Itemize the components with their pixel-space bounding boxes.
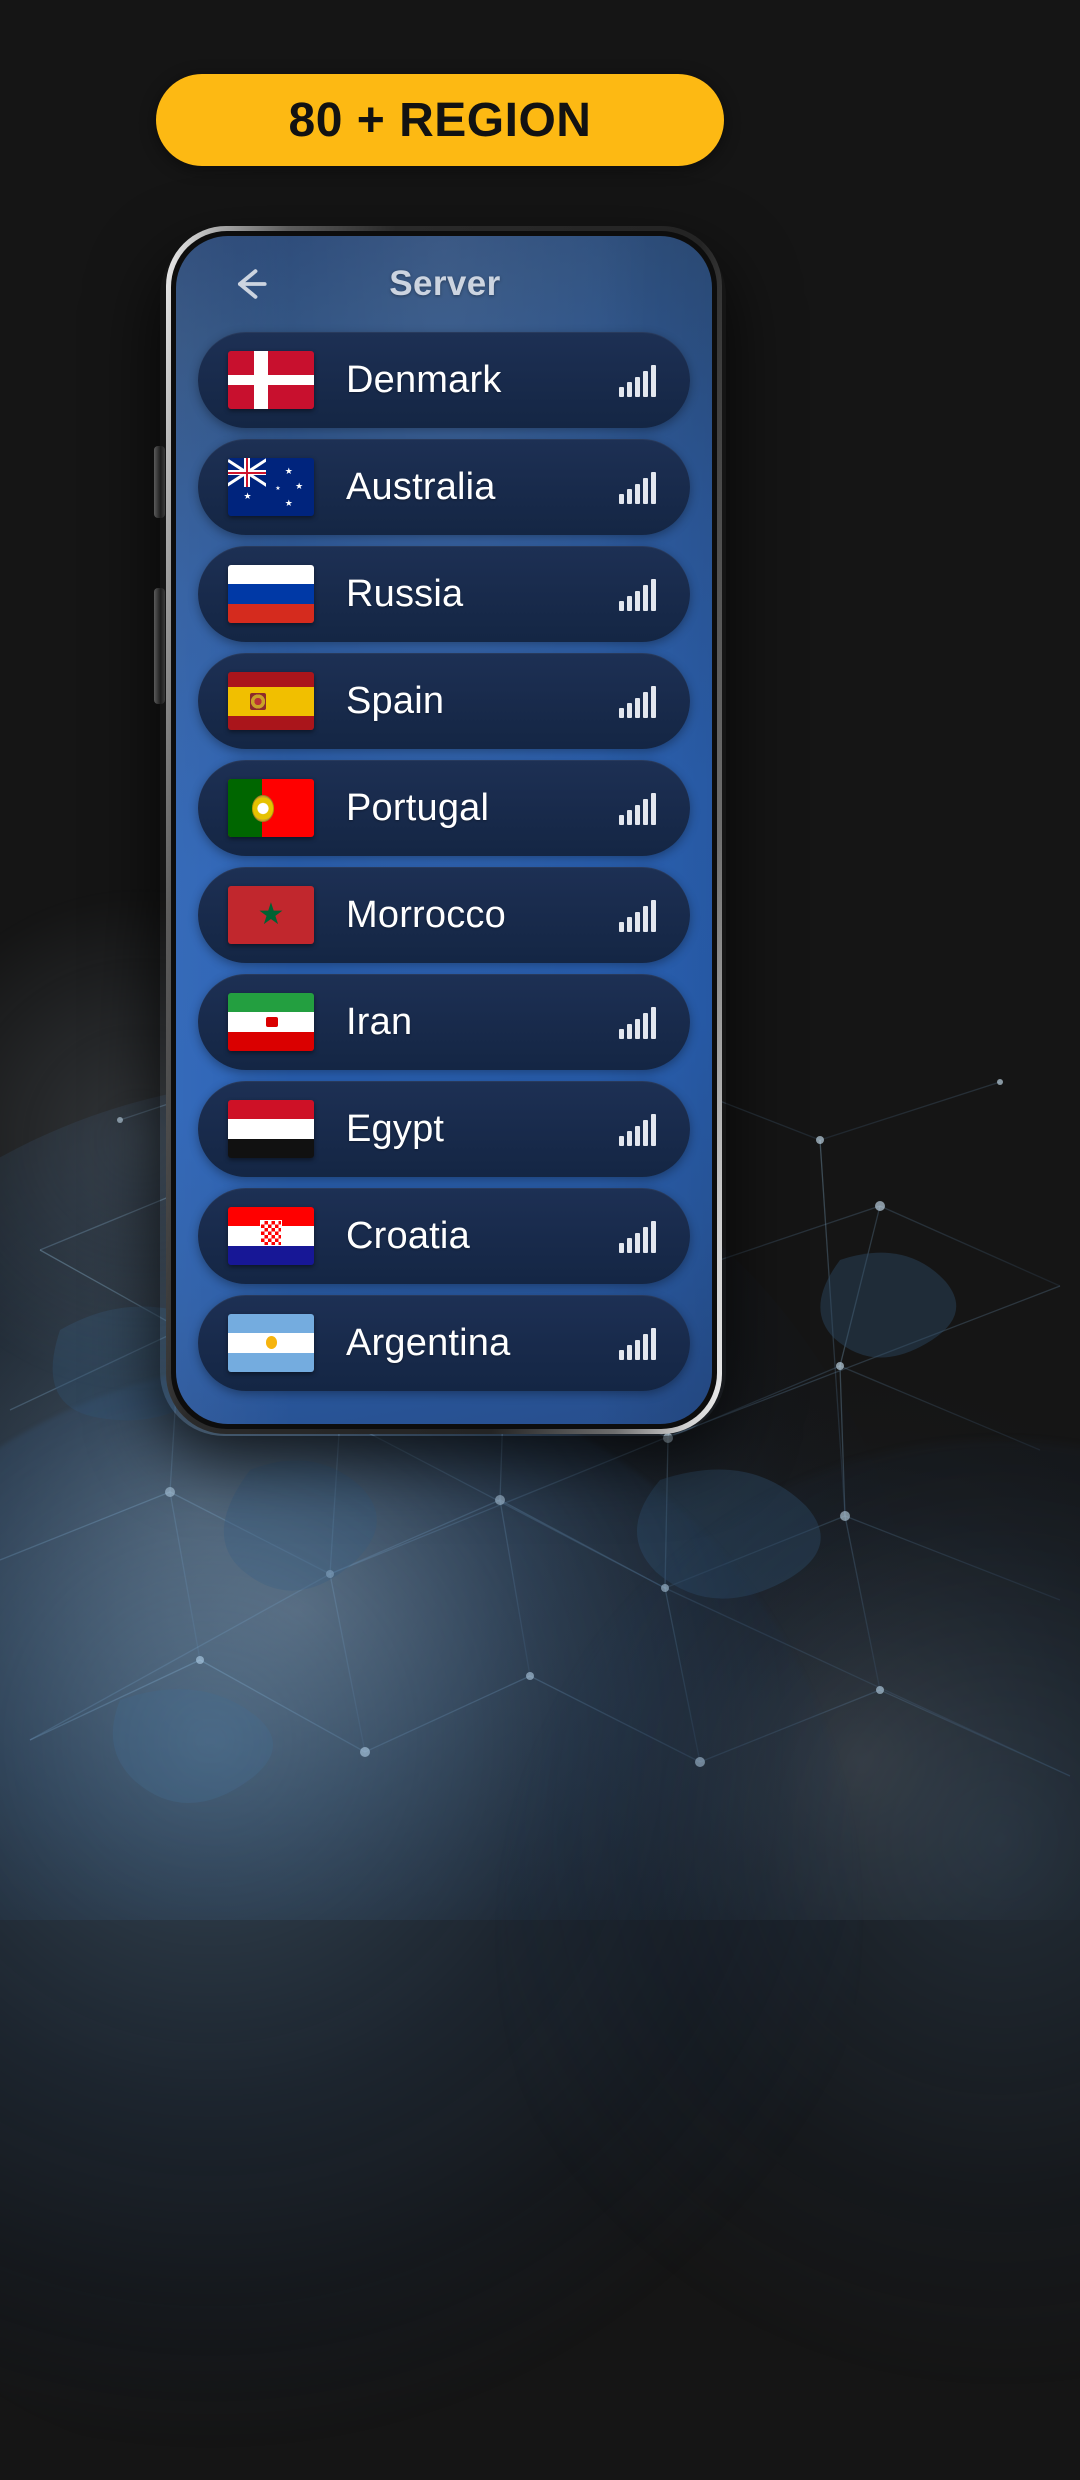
back-button[interactable] xyxy=(220,254,280,314)
signal-bars-icon xyxy=(619,1219,656,1253)
phone-mockup: Server Denmark ★ ★ ★ ★ ★ Australia Russia Spain P… xyxy=(152,216,734,1436)
country-name: Croatia xyxy=(346,1214,470,1257)
phone-power-button xyxy=(154,588,165,704)
server-row[interactable]: ★ ★ ★ ★ ★ Australia xyxy=(198,439,690,535)
phone-bezel: Server Denmark ★ ★ ★ ★ ★ Australia Russia Spain P… xyxy=(171,231,717,1429)
phone-volume-button xyxy=(154,446,165,518)
country-name: Iran xyxy=(346,1000,413,1043)
australia-flag-icon: ★ ★ ★ ★ ★ xyxy=(228,458,314,516)
server-row[interactable]: Croatia xyxy=(198,1188,690,1284)
server-row[interactable]: Iran xyxy=(198,974,690,1070)
arrow-left-icon xyxy=(237,269,267,299)
phone-frame: Server Denmark ★ ★ ★ ★ ★ Australia Russia Spain P… xyxy=(166,226,722,1434)
signal-bars-icon xyxy=(619,791,656,825)
signal-bars-icon xyxy=(619,1326,656,1360)
portugal-flag-icon xyxy=(228,779,314,837)
signal-bars-icon xyxy=(619,1005,656,1039)
argentina-flag-icon xyxy=(228,1314,314,1372)
country-name: Russia xyxy=(346,572,464,615)
spain-flag-icon xyxy=(228,672,314,730)
server-row[interactable]: Portugal xyxy=(198,760,690,856)
signal-bars-icon xyxy=(619,577,656,611)
russia-flag-icon xyxy=(228,565,314,623)
country-name: Egypt xyxy=(346,1107,445,1150)
page-title: Server xyxy=(389,264,501,303)
app-header: Server xyxy=(176,236,712,332)
croatia-flag-icon xyxy=(228,1207,314,1265)
signal-bars-icon xyxy=(619,684,656,718)
headline-text: 80 + REGION xyxy=(288,93,592,147)
headline-banner: 80 + REGION xyxy=(156,74,724,166)
server-row[interactable]: Argentina xyxy=(198,1295,690,1391)
signal-bars-icon xyxy=(619,1112,656,1146)
server-row[interactable]: Denmark xyxy=(198,332,690,428)
country-name: Argentina xyxy=(346,1321,511,1364)
country-name: Spain xyxy=(346,679,445,722)
server-row[interactable]: Egypt xyxy=(198,1081,690,1177)
signal-bars-icon xyxy=(619,470,656,504)
server-row[interactable]: Russia xyxy=(198,546,690,642)
signal-bars-icon xyxy=(619,363,656,397)
iran-flag-icon xyxy=(228,993,314,1051)
country-name: Portugal xyxy=(346,786,490,829)
signal-bars-icon xyxy=(619,898,656,932)
server-list[interactable]: Denmark ★ ★ ★ ★ ★ Australia Russia Spain Portugal… xyxy=(176,332,712,1391)
egypt-flag-icon xyxy=(228,1100,314,1158)
country-name: Australia xyxy=(346,465,496,508)
denmark-flag-icon xyxy=(228,351,314,409)
phone-screen: Server Denmark ★ ★ ★ ★ ★ Australia Russia Spain P… xyxy=(176,236,712,1424)
morocco-flag-icon: ★ xyxy=(228,886,314,944)
country-name: Morrocco xyxy=(346,893,506,936)
country-name: Denmark xyxy=(346,358,502,401)
server-row[interactable]: Spain xyxy=(198,653,690,749)
server-row[interactable]: ★ Morrocco xyxy=(198,867,690,963)
